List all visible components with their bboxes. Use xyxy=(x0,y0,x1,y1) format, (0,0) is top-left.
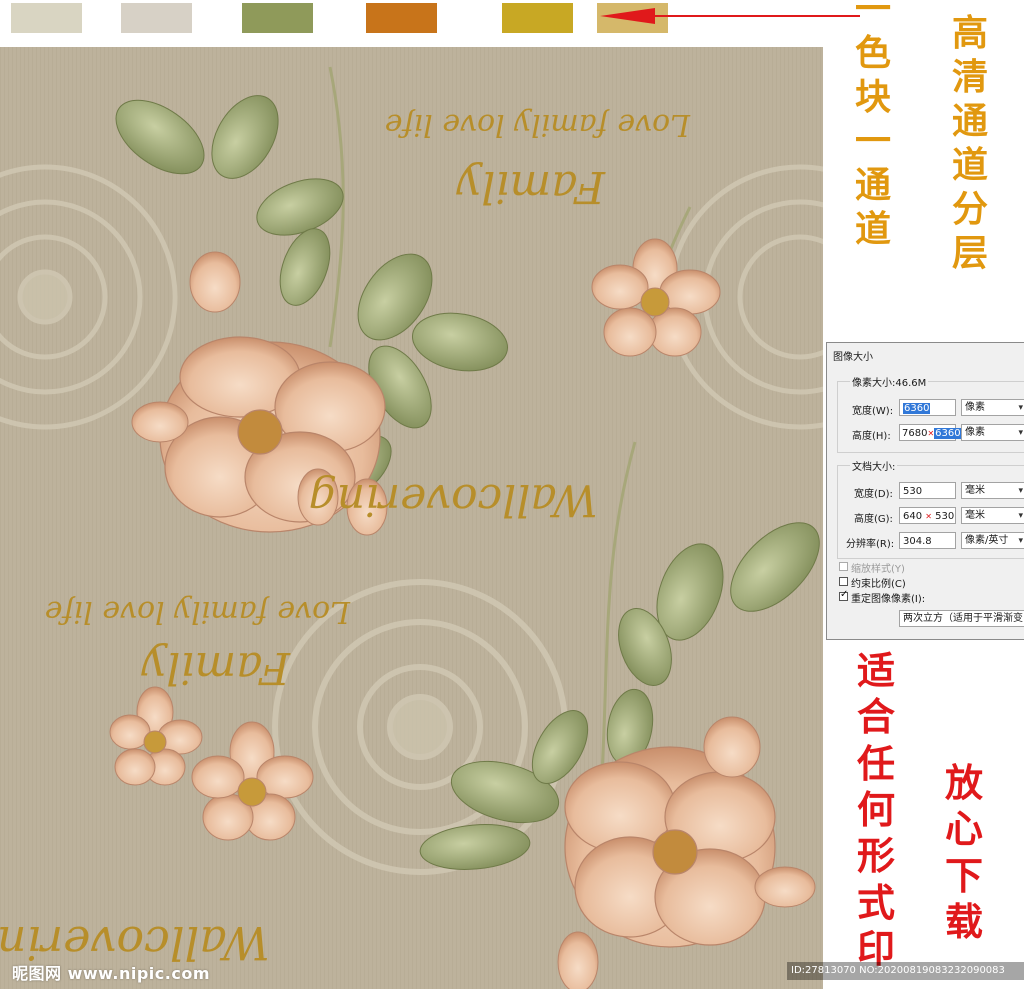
resolution-unit-select[interactable]: 像素/英寸 ▾ xyxy=(961,532,1024,549)
arrow-left-icon xyxy=(600,8,655,24)
resample-label: 重定图像像素(I): xyxy=(851,594,926,605)
scale-styles-checkbox[interactable] xyxy=(839,562,848,571)
caption-glyph: 清 xyxy=(952,55,989,98)
arrow-line xyxy=(650,15,860,17)
resample-method-select[interactable]: 两次立方（适用于平滑渐变 xyxy=(899,610,1024,627)
caption-download: 放心下载 xyxy=(945,760,983,945)
pixel-size-group: 像素大小:46.6M 宽度(W): 6360 像素 ▾ 高度(H): 7680✕6… xyxy=(837,374,1024,453)
chevron-down-icon: ▾ xyxy=(1018,486,1023,496)
caption-glyph: 通 xyxy=(855,163,892,206)
pattern-text-family-top: Family xyxy=(455,161,606,212)
document-size-label: 文档大小: xyxy=(850,458,898,473)
caption-glyph: 一 xyxy=(855,0,892,30)
caption-glyph: 层 xyxy=(952,231,989,274)
chevron-down-icon: ▾ xyxy=(1018,403,1023,413)
chevron-down-icon: ▾ xyxy=(1018,511,1023,521)
doc-width-input[interactable]: 530 xyxy=(899,482,956,499)
width-unit-select[interactable]: 像素 ▾ xyxy=(961,399,1024,416)
height-label: 高度(H): xyxy=(852,431,891,442)
width-label: 宽度(W): xyxy=(852,406,894,417)
constrain-proportions-label: 约束比例(C) xyxy=(851,579,906,590)
doc-height-input[interactable]: 640 ✕ 530 xyxy=(899,507,956,524)
caption-glyph: 载 xyxy=(945,899,984,945)
doc-height-label: 高度(G): xyxy=(854,514,893,525)
resample-checkbox[interactable]: ✓ xyxy=(839,589,849,601)
chevron-down-icon: ▾ xyxy=(1018,428,1023,438)
swatch-4 xyxy=(366,3,437,33)
caption-glyph: 块 xyxy=(855,75,892,118)
constrain-proportions-checkbox[interactable] xyxy=(839,577,848,586)
doc-height-unit-select[interactable]: 毫米 ▾ xyxy=(961,507,1024,524)
pixel-size-label: 像素大小:46.6M xyxy=(850,374,929,389)
height-input[interactable]: 7680✕6360 xyxy=(899,424,962,441)
caption-glyph: 适 xyxy=(857,648,896,693)
caption-glyph: 高 xyxy=(952,12,989,54)
pattern-text-love-mid: Love family love life xyxy=(45,594,351,629)
width-input[interactable]: 6360 xyxy=(899,399,956,416)
chevron-down-icon: ▾ xyxy=(1018,536,1023,546)
caption-swatch-channel: 一色块一通道 xyxy=(855,0,891,251)
caption-glyph: 一 xyxy=(855,119,892,162)
swatch-1 xyxy=(11,3,82,33)
doc-width-unit-select[interactable]: 毫米 ▾ xyxy=(961,482,1024,499)
dialog-title: 图像大小 xyxy=(833,352,873,363)
swatch-3 xyxy=(242,3,313,33)
pattern-text-wallcovering-mid: Wallcovering xyxy=(309,474,598,525)
wallpaper-pattern: Love family love life Family Wallcoverin… xyxy=(0,47,823,989)
caption-glyph: 道 xyxy=(855,207,892,250)
caption-glyph: 形 xyxy=(857,833,896,879)
caption-glyph: 色 xyxy=(855,31,892,74)
swatch-5 xyxy=(502,3,573,33)
height-unit-select[interactable]: 像素 ▾ xyxy=(961,424,1024,441)
resolution-input[interactable]: 304.8 xyxy=(899,532,956,549)
caption-glyph: 下 xyxy=(945,852,984,898)
caption-glyph: 道 xyxy=(952,143,989,186)
site-watermark: 昵图网 www.nipic.com xyxy=(12,964,210,983)
caption-hd-channel: 高清通道分层 xyxy=(952,12,988,275)
image-id-watermark: ID:27813070 NO:20200819083232090083 xyxy=(787,962,1024,980)
doc-width-label: 宽度(D): xyxy=(854,489,893,500)
caption-glyph: 心 xyxy=(945,806,984,852)
document-size-group: 文档大小: 宽度(D): 530 毫米 ▾ 高度(G): 640 ✕ 530 毫米… xyxy=(837,458,1024,559)
caption-glyph: 式 xyxy=(857,879,896,925)
pattern-text-love-top: Love family love life xyxy=(385,107,691,142)
rose-large-bottom xyxy=(564,746,776,948)
caption-glyph: 任 xyxy=(857,740,896,786)
caption-glyph: 何 xyxy=(857,787,896,833)
caption-glyph: 放 xyxy=(945,760,984,805)
image-size-dialog: 图像大小 像素大小:46.6M 宽度(W): 6360 像素 ▾ 高度(H): 7… xyxy=(826,342,1024,640)
caption-glyph: 合 xyxy=(857,694,896,740)
caption-glyph: 通 xyxy=(952,99,989,142)
caption-glyph: 分 xyxy=(952,187,989,230)
resolution-label: 分辨率(R): xyxy=(846,539,895,550)
swatch-2 xyxy=(121,3,192,33)
pattern-text-family-mid: Family xyxy=(140,642,291,693)
caption-print: 适合任何形式印 xyxy=(857,648,895,973)
checkmark-icon: ✓ xyxy=(840,589,849,600)
scale-styles-label: 缩放样式(Y) xyxy=(851,564,905,575)
